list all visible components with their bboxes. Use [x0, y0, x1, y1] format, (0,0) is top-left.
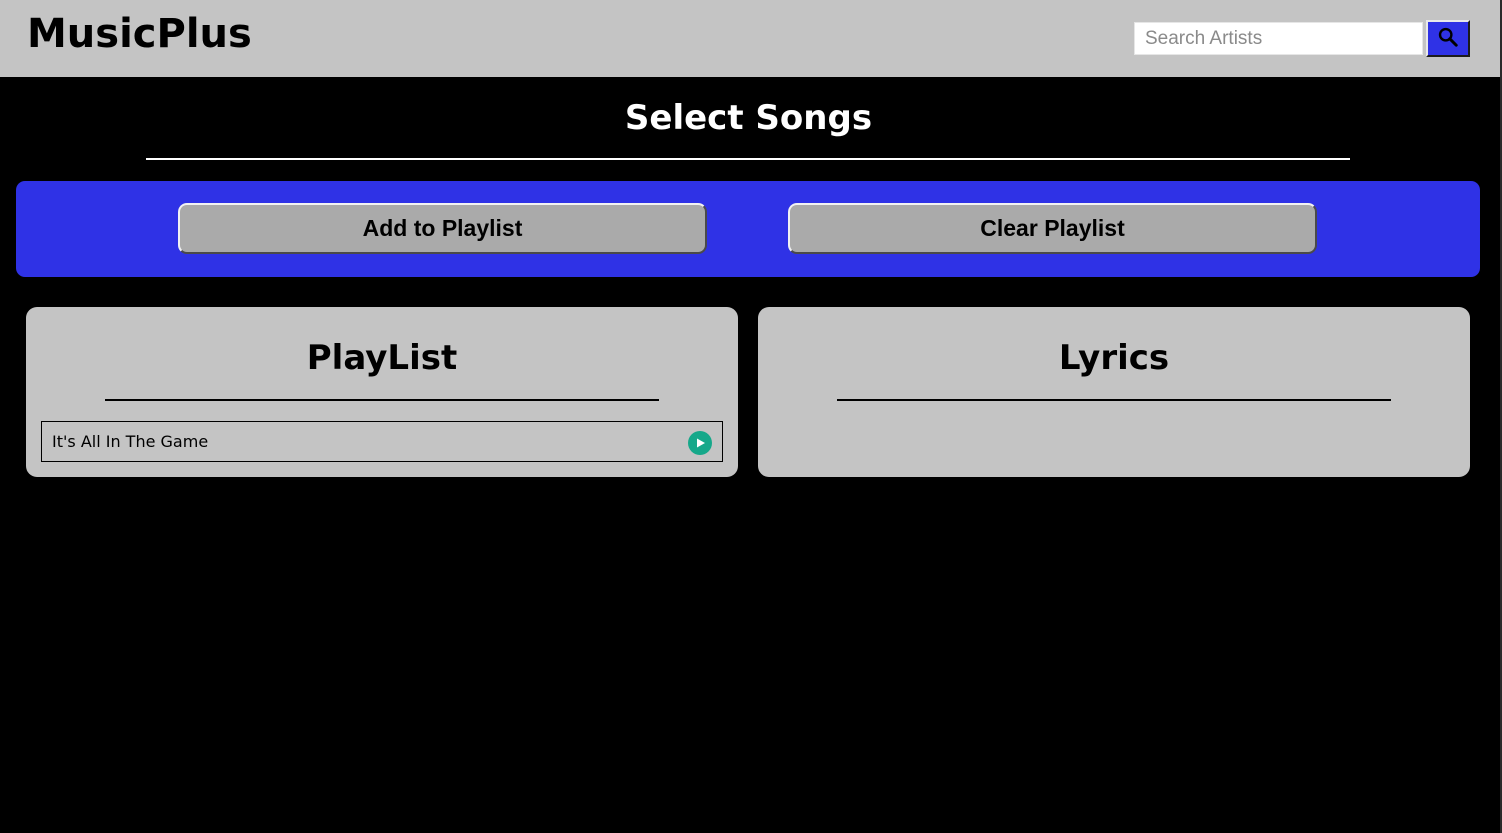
lyrics-title: Lyrics: [1058, 338, 1170, 378]
search-button[interactable]: [1426, 20, 1470, 57]
playlist-title: PlayList: [306, 338, 458, 378]
song-title: It's All In The Game: [52, 432, 209, 451]
search-icon: [1437, 26, 1459, 52]
app-title: MusicPlus: [27, 11, 252, 57]
playlist-item[interactable]: It's All In The Game: [41, 421, 723, 462]
action-bar: Add to Playlist Clear Playlist: [16, 181, 1480, 277]
clear-playlist-button[interactable]: Clear Playlist: [788, 203, 1317, 254]
lyrics-panel: Lyrics: [758, 307, 1470, 477]
search-input[interactable]: [1134, 22, 1423, 55]
add-to-playlist-button[interactable]: Add to Playlist: [178, 203, 707, 254]
section-title: Select Songs: [624, 98, 873, 138]
playlist-divider: [105, 399, 659, 401]
play-icon[interactable]: [688, 431, 712, 455]
lyrics-divider: [837, 399, 1391, 401]
app-header: MusicPlus: [0, 0, 1500, 77]
playlist-panel: PlayList It's All In The Game: [26, 307, 738, 477]
section-divider: [146, 158, 1350, 160]
